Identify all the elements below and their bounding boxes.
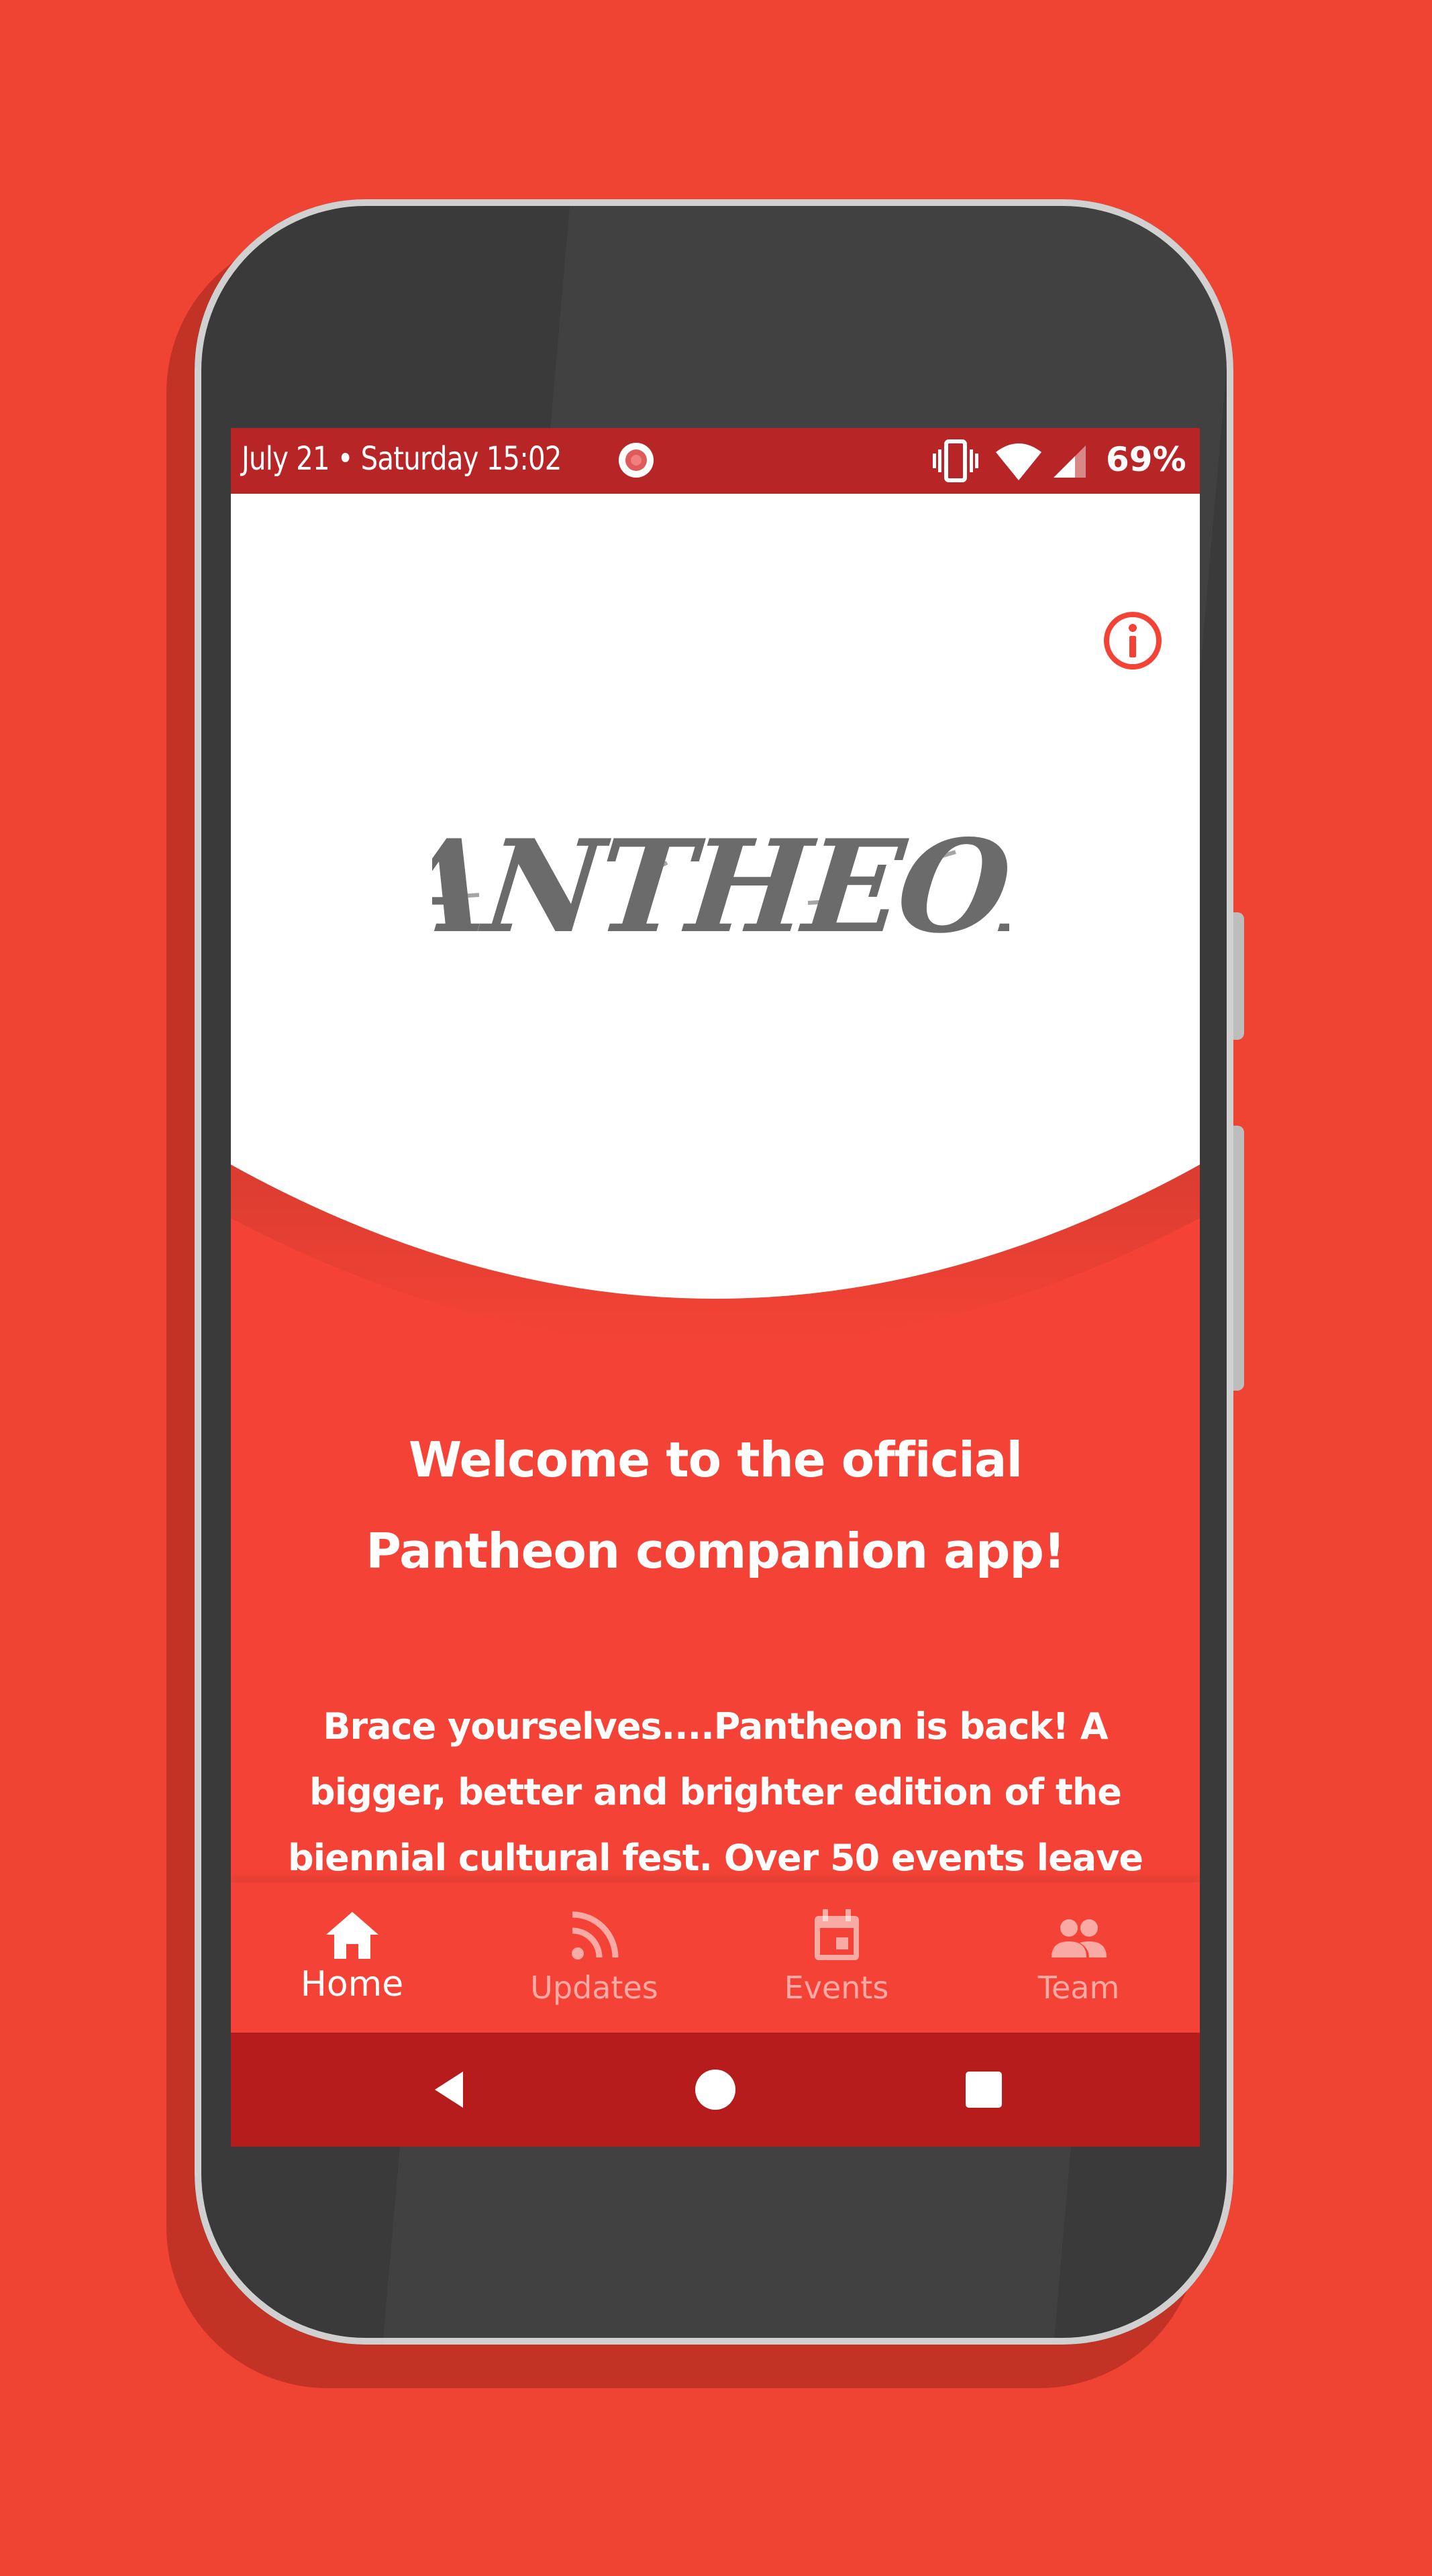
pantheon-logo: PANTHEON bbox=[297, 811, 1135, 963]
wifi-icon bbox=[996, 443, 1041, 480]
nav-item-home[interactable]: Home bbox=[231, 1882, 473, 2033]
nav-label-updates: Updates bbox=[530, 1970, 658, 2006]
back-icon[interactable] bbox=[419, 2059, 479, 2120]
nav-label-home: Home bbox=[300, 1964, 404, 2004]
info-icon[interactable] bbox=[1101, 609, 1164, 672]
recents-icon[interactable] bbox=[954, 2059, 1014, 2120]
record-icon bbox=[619, 443, 654, 478]
status-datetime: July 21 • Saturday 15:02 bbox=[242, 440, 562, 478]
rss-icon bbox=[571, 1911, 618, 1960]
vibrate-icon bbox=[933, 439, 978, 482]
calendar-icon bbox=[814, 1909, 859, 1960]
bottom-navigation: Home Updates Events Team bbox=[231, 1882, 1200, 2033]
power-button bbox=[1233, 1126, 1244, 1391]
welcome-title: Welcome to the official Pantheon compani… bbox=[366, 1432, 1066, 1579]
logo-text: PANTHEON bbox=[432, 816, 1009, 961]
system-navigation-bar bbox=[231, 2033, 1200, 2147]
pantheon-logo-graphic: PANTHEON bbox=[297, 811, 1135, 961]
nav-label-events: Events bbox=[784, 1970, 889, 2006]
battery-percent: 69% bbox=[1106, 440, 1186, 479]
people-icon bbox=[1051, 1919, 1107, 1957]
nav-item-events[interactable]: Events bbox=[715, 1882, 958, 2033]
status-bar: July 21 • Saturday 15:02 69% bbox=[231, 428, 1200, 494]
home-circle-icon[interactable] bbox=[685, 2059, 746, 2120]
promo-background: July 21 • Saturday 15:02 69% PANTHEON We… bbox=[0, 0, 1432, 2576]
nav-item-updates[interactable]: Updates bbox=[473, 1882, 715, 2033]
cell-signal-icon bbox=[1054, 445, 1086, 478]
hero-header: PANTHEON bbox=[231, 494, 1200, 1366]
home-icon bbox=[325, 1912, 378, 1959]
nav-item-team[interactable]: Team bbox=[958, 1882, 1200, 2033]
nav-label-team: Team bbox=[1037, 1970, 1120, 2006]
app-screen: July 21 • Saturday 15:02 69% PANTHEON We… bbox=[231, 428, 1200, 2147]
volume-button bbox=[1233, 912, 1244, 1040]
